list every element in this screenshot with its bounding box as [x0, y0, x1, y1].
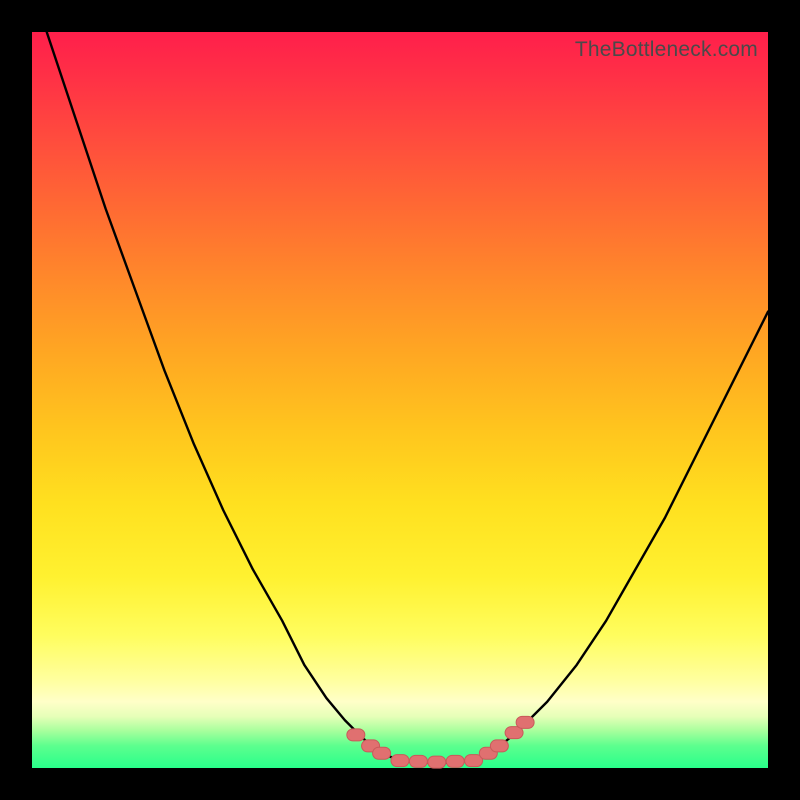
data-marker: [446, 755, 464, 767]
data-marker: [409, 755, 427, 767]
plot-area: TheBottleneck.com: [32, 32, 768, 768]
curve-layer: [47, 32, 768, 763]
bottleneck-curve: [47, 32, 768, 763]
data-marker: [347, 729, 365, 741]
chart-frame: TheBottleneck.com: [0, 0, 800, 800]
data-marker: [373, 747, 391, 759]
chart-svg: [32, 32, 768, 768]
marker-layer: [347, 716, 534, 768]
data-marker: [490, 740, 508, 752]
data-marker: [516, 716, 534, 728]
data-marker: [428, 756, 446, 768]
data-marker: [391, 755, 409, 767]
